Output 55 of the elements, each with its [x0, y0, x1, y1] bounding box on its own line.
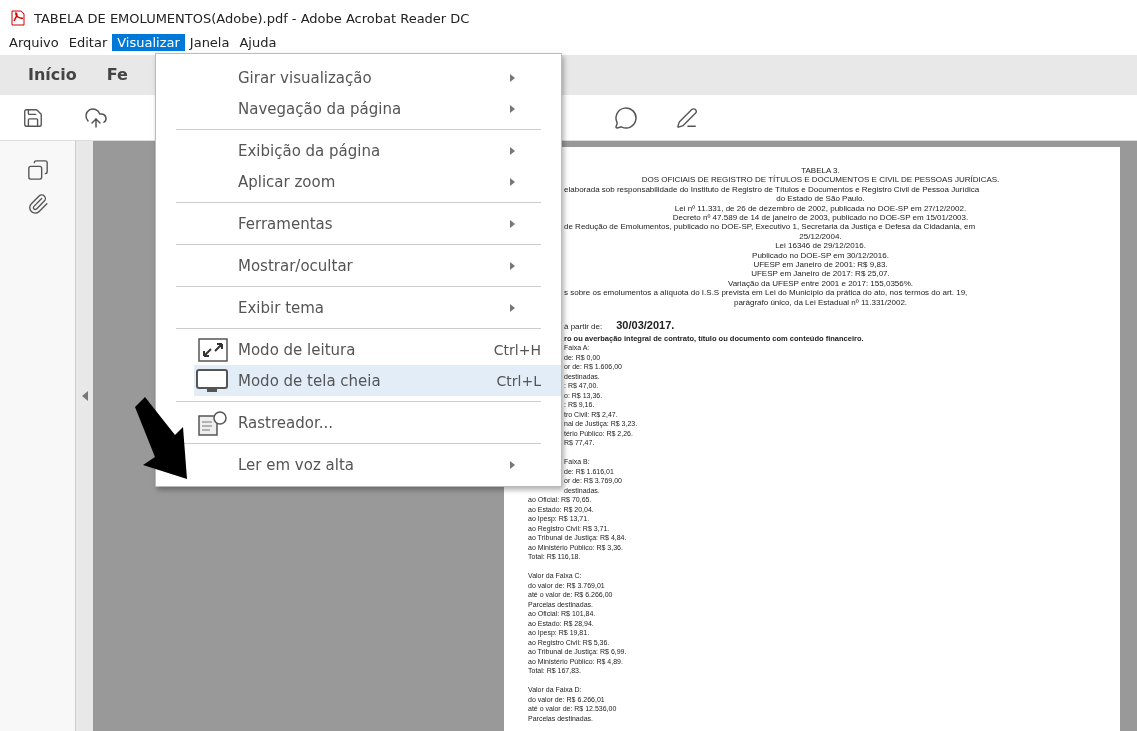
menu-title[interactable]: Ajuda	[234, 33, 282, 51]
pdf-file-icon	[10, 10, 26, 26]
document-text: Publicado no DOE-SP em 30/12/2016.	[751, 250, 890, 261]
document-text: Lei nº 11.331, de 26 de dezembro de 2002, publicada no DOE-SP em 27/12/2002.	[673, 203, 968, 214]
document-text: parágrafo único, da Lei Estadual nº 11.331/2002.	[732, 297, 909, 308]
menu-item[interactable]: Modo de leitura Ctrl+H	[194, 334, 561, 365]
submenu-arrow-icon	[510, 460, 515, 469]
document-text: TABELA 3.	[800, 166, 841, 175]
document-date: 30/03/2017.	[616, 319, 675, 332]
tab[interactable]: Fe	[106, 64, 128, 86]
submenu-arrow-icon	[510, 73, 515, 82]
document-text: s sobre os emolumentos a alíquota do I.S.S prevista em Lei do Município da prática do ato, nos termos do art. 19,	[563, 288, 969, 298]
pen-icon[interactable]	[676, 106, 698, 129]
menu-item[interactable]: Exibição da página	[194, 135, 561, 166]
document-text: Lei 16346 de 29/12/2016.	[774, 241, 867, 251]
document-text: do Estado de São Paulo.	[775, 194, 866, 204]
submenu-arrow-icon	[510, 219, 515, 228]
document-text: Decreto nº 47.589 de 14 de janeiro de 2003, publicado no DOE-SP em 15/01/2003.	[671, 213, 970, 223]
tab[interactable]: Início	[28, 64, 77, 86]
menu-title[interactable]: Editar	[63, 33, 113, 51]
submenu-arrow-icon	[510, 104, 515, 113]
comment-icon[interactable]	[614, 105, 638, 130]
document-text: UFESP em Janeiro de 2017: R$ 25,07.	[750, 269, 891, 279]
menu-title[interactable]: Janela	[184, 33, 235, 51]
collapse-arrow-icon[interactable]	[81, 391, 88, 401]
menu-title[interactable]: Visualizar	[112, 33, 185, 51]
menu-item[interactable]: Ler em voz alta	[194, 449, 561, 480]
document-text: UFESP em Janeiro de 2001: R$ 9,83.	[752, 260, 889, 270]
expand-icon	[198, 337, 228, 362]
document-text: Variação da UFESP entre 2001 e 2017: 155,0356%.	[726, 278, 915, 289]
save-icon[interactable]	[22, 106, 44, 129]
menu-item[interactable]: Exibir tema	[194, 292, 561, 323]
menu-title[interactable]: Arquivo	[4, 33, 64, 51]
window-title: TABELA DE EMOLUMENTOS(Adobe).pdf - Adobe Acrobat Reader DC	[34, 10, 470, 26]
submenu-arrow-icon	[510, 146, 515, 155]
document-text: de Redução de Emolumentos, publicado no DOE-SP, Executivo 1, Secretaria da Justiça e Defesa da Cidadania, em	[563, 222, 977, 232]
pages-icon[interactable]	[26, 159, 49, 181]
monitor-icon	[196, 368, 228, 393]
cloud-upload-icon[interactable]	[84, 105, 108, 130]
submenu-arrow-icon	[510, 177, 515, 186]
document-text: à partir de:	[564, 322, 603, 332]
menu-item[interactable]: Mostrar/ocultar	[194, 250, 561, 281]
menu-item[interactable]: Modo de tela cheia Ctrl+L	[194, 365, 561, 396]
document-text: DOS OFICIAIS DE REGISTRO DE TÍTULOS E DOCUMENTOS E CIVIL DE PESSOAS JURÍDICAS.	[640, 175, 1001, 185]
menu-item[interactable]: Aplicar zoom	[194, 166, 561, 197]
submenu-arrow-icon	[510, 261, 515, 270]
submenu-arrow-icon	[510, 303, 515, 312]
menu-item[interactable]: Ferramentas	[194, 208, 561, 239]
paperclip-icon[interactable]	[26, 193, 49, 215]
document-text: elaborada sob responsabilidade do Instituto de Registro de Títulos e Documentos e Registro Civil de Pessoa Jurídica	[563, 184, 981, 195]
menu-item[interactable]: Navegação da página	[194, 93, 561, 124]
document-eye-icon	[198, 409, 228, 436]
menu-item[interactable]: Girar visualização	[194, 62, 561, 93]
menu-item[interactable]: Rastreador...	[194, 407, 561, 438]
document-text: 25/12/2004.	[798, 231, 843, 242]
